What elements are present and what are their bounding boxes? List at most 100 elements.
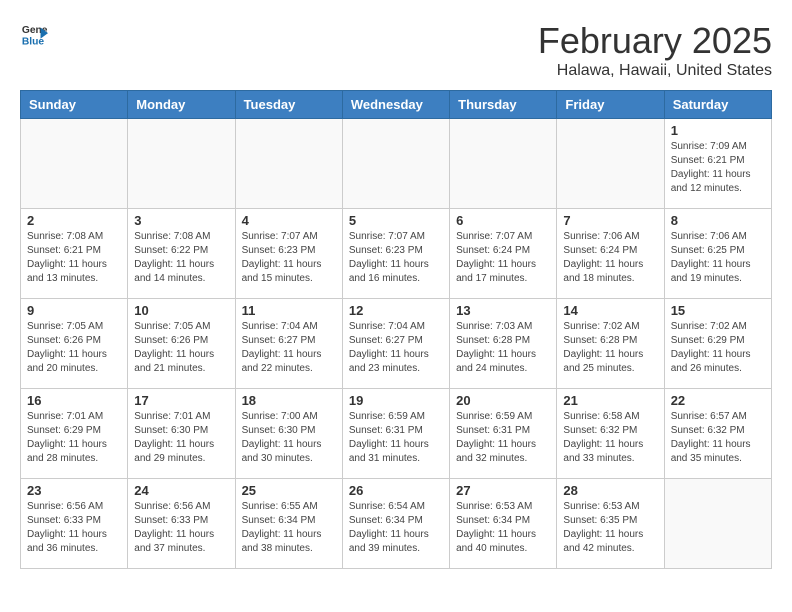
day-number: 12 — [349, 303, 443, 318]
day-number: 27 — [456, 483, 550, 498]
table-row — [557, 119, 664, 209]
table-row — [342, 119, 449, 209]
logo-icon: General Blue — [20, 20, 48, 48]
calendar-week-row: 9 Sunrise: 7:05 AM Sunset: 6:26 PM Daylig… — [21, 299, 772, 389]
table-row: 22 Sunrise: 6:57 AM Sunset: 6:32 PM Dayli… — [664, 389, 771, 479]
header-monday: Monday — [128, 91, 235, 119]
day-number: 4 — [242, 213, 336, 228]
day-info: Sunrise: 7:00 AM Sunset: 6:30 PM Dayligh… — [242, 410, 336, 466]
header-tuesday: Tuesday — [235, 91, 342, 119]
day-info: Sunrise: 7:01 AM Sunset: 6:29 PM Dayligh… — [27, 410, 121, 466]
table-row — [664, 479, 771, 569]
table-row: 25 Sunrise: 6:55 AM Sunset: 6:34 PM Dayli… — [235, 479, 342, 569]
table-row: 11 Sunrise: 7:04 AM Sunset: 6:27 PM Dayli… — [235, 299, 342, 389]
day-number: 14 — [563, 303, 657, 318]
weekday-header-row: Sunday Monday Tuesday Wednesday Thursday… — [21, 91, 772, 119]
table-row: 15 Sunrise: 7:02 AM Sunset: 6:29 PM Dayli… — [664, 299, 771, 389]
table-row: 26 Sunrise: 6:54 AM Sunset: 6:34 PM Dayli… — [342, 479, 449, 569]
day-number: 20 — [456, 393, 550, 408]
header-thursday: Thursday — [450, 91, 557, 119]
day-number: 15 — [671, 303, 765, 318]
day-info: Sunrise: 6:55 AM Sunset: 6:34 PM Dayligh… — [242, 500, 336, 556]
day-info: Sunrise: 7:02 AM Sunset: 6:28 PM Dayligh… — [563, 320, 657, 376]
day-number: 11 — [242, 303, 336, 318]
day-info: Sunrise: 6:59 AM Sunset: 6:31 PM Dayligh… — [456, 410, 550, 466]
calendar-week-row: 2 Sunrise: 7:08 AM Sunset: 6:21 PM Daylig… — [21, 209, 772, 299]
table-row: 19 Sunrise: 6:59 AM Sunset: 6:31 PM Dayli… — [342, 389, 449, 479]
day-info: Sunrise: 7:01 AM Sunset: 6:30 PM Dayligh… — [134, 410, 228, 466]
day-number: 26 — [349, 483, 443, 498]
day-info: Sunrise: 7:04 AM Sunset: 6:27 PM Dayligh… — [349, 320, 443, 376]
day-info: Sunrise: 6:53 AM Sunset: 6:34 PM Dayligh… — [456, 500, 550, 556]
table-row: 16 Sunrise: 7:01 AM Sunset: 6:29 PM Dayli… — [21, 389, 128, 479]
title-block: February 2025 Halawa, Hawaii, United Sta… — [538, 20, 772, 80]
day-number: 13 — [456, 303, 550, 318]
day-info: Sunrise: 7:08 AM Sunset: 6:21 PM Dayligh… — [27, 230, 121, 286]
day-number: 7 — [563, 213, 657, 228]
calendar-title: February 2025 — [538, 20, 772, 62]
header-friday: Friday — [557, 91, 664, 119]
table-row: 6 Sunrise: 7:07 AM Sunset: 6:24 PM Daylig… — [450, 209, 557, 299]
table-row: 17 Sunrise: 7:01 AM Sunset: 6:30 PM Dayli… — [128, 389, 235, 479]
table-row — [21, 119, 128, 209]
table-row: 1 Sunrise: 7:09 AM Sunset: 6:21 PM Daylig… — [664, 119, 771, 209]
day-number: 6 — [456, 213, 550, 228]
day-info: Sunrise: 7:02 AM Sunset: 6:29 PM Dayligh… — [671, 320, 765, 376]
day-info: Sunrise: 7:05 AM Sunset: 6:26 PM Dayligh… — [27, 320, 121, 376]
day-number: 22 — [671, 393, 765, 408]
day-info: Sunrise: 6:58 AM Sunset: 6:32 PM Dayligh… — [563, 410, 657, 466]
day-info: Sunrise: 7:04 AM Sunset: 6:27 PM Dayligh… — [242, 320, 336, 376]
day-number: 24 — [134, 483, 228, 498]
day-info: Sunrise: 7:05 AM Sunset: 6:26 PM Dayligh… — [134, 320, 228, 376]
header-wednesday: Wednesday — [342, 91, 449, 119]
day-number: 2 — [27, 213, 121, 228]
day-number: 28 — [563, 483, 657, 498]
table-row: 18 Sunrise: 7:00 AM Sunset: 6:30 PM Dayli… — [235, 389, 342, 479]
day-info: Sunrise: 6:54 AM Sunset: 6:34 PM Dayligh… — [349, 500, 443, 556]
day-number: 3 — [134, 213, 228, 228]
day-number: 23 — [27, 483, 121, 498]
day-info: Sunrise: 7:07 AM Sunset: 6:23 PM Dayligh… — [349, 230, 443, 286]
table-row: 21 Sunrise: 6:58 AM Sunset: 6:32 PM Dayli… — [557, 389, 664, 479]
table-row: 14 Sunrise: 7:02 AM Sunset: 6:28 PM Dayli… — [557, 299, 664, 389]
day-info: Sunrise: 7:03 AM Sunset: 6:28 PM Dayligh… — [456, 320, 550, 376]
day-number: 16 — [27, 393, 121, 408]
page-header: General Blue February 2025 Halawa, Hawai… — [20, 20, 772, 80]
day-number: 18 — [242, 393, 336, 408]
calendar-week-row: 23 Sunrise: 6:56 AM Sunset: 6:33 PM Dayli… — [21, 479, 772, 569]
day-info: Sunrise: 6:57 AM Sunset: 6:32 PM Dayligh… — [671, 410, 765, 466]
header-sunday: Sunday — [21, 91, 128, 119]
day-info: Sunrise: 7:08 AM Sunset: 6:22 PM Dayligh… — [134, 230, 228, 286]
day-number: 1 — [671, 123, 765, 138]
table-row: 13 Sunrise: 7:03 AM Sunset: 6:28 PM Dayli… — [450, 299, 557, 389]
table-row: 27 Sunrise: 6:53 AM Sunset: 6:34 PM Dayli… — [450, 479, 557, 569]
table-row: 5 Sunrise: 7:07 AM Sunset: 6:23 PM Daylig… — [342, 209, 449, 299]
day-number: 21 — [563, 393, 657, 408]
day-number: 5 — [349, 213, 443, 228]
table-row — [235, 119, 342, 209]
day-info: Sunrise: 7:07 AM Sunset: 6:24 PM Dayligh… — [456, 230, 550, 286]
day-info: Sunrise: 6:59 AM Sunset: 6:31 PM Dayligh… — [349, 410, 443, 466]
header-saturday: Saturday — [664, 91, 771, 119]
table-row — [450, 119, 557, 209]
table-row: 9 Sunrise: 7:05 AM Sunset: 6:26 PM Daylig… — [21, 299, 128, 389]
table-row: 7Sunrise: 7:06 AM Sunset: 6:24 PM Daylig… — [557, 209, 664, 299]
day-number: 25 — [242, 483, 336, 498]
table-row: 3 Sunrise: 7:08 AM Sunset: 6:22 PM Daylig… — [128, 209, 235, 299]
table-row: 4 Sunrise: 7:07 AM Sunset: 6:23 PM Daylig… — [235, 209, 342, 299]
day-number: 10 — [134, 303, 228, 318]
day-number: 9 — [27, 303, 121, 318]
table-row: 2 Sunrise: 7:08 AM Sunset: 6:21 PM Daylig… — [21, 209, 128, 299]
day-number: 19 — [349, 393, 443, 408]
day-number: 17 — [134, 393, 228, 408]
day-info: Sunrise: 7:06 AM Sunset: 6:25 PM Dayligh… — [671, 230, 765, 286]
calendar-week-row: 1 Sunrise: 7:09 AM Sunset: 6:21 PM Daylig… — [21, 119, 772, 209]
day-info: Sunrise: 7:07 AM Sunset: 6:23 PM Dayligh… — [242, 230, 336, 286]
table-row: 24 Sunrise: 6:56 AM Sunset: 6:33 PM Dayli… — [128, 479, 235, 569]
calendar-week-row: 16 Sunrise: 7:01 AM Sunset: 6:29 PM Dayli… — [21, 389, 772, 479]
day-info: Sunrise: 6:56 AM Sunset: 6:33 PM Dayligh… — [134, 500, 228, 556]
table-row — [128, 119, 235, 209]
day-info: Sunrise: 7:09 AM Sunset: 6:21 PM Dayligh… — [671, 140, 765, 196]
day-info: Sunrise: 6:56 AM Sunset: 6:33 PM Dayligh… — [27, 500, 121, 556]
table-row: 20 Sunrise: 6:59 AM Sunset: 6:31 PM Dayli… — [450, 389, 557, 479]
